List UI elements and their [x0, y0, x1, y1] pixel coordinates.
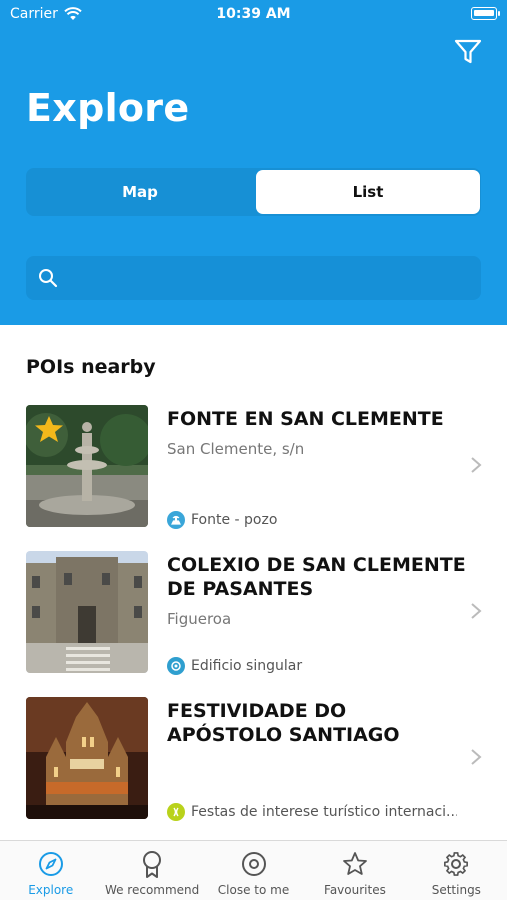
chevron-right-icon: [471, 457, 482, 473]
poi-name: COLEXIO DE SAN CLEMENTE DE PASANTES: [167, 554, 466, 600]
poi-category-label: Edificio singular: [191, 658, 303, 674]
poi-thumbnail: [26, 405, 148, 527]
search-bar[interactable]: [26, 256, 481, 300]
tab-label: Favourites: [324, 883, 386, 897]
poi-name: FONTE EN SAN CLEMENTE: [167, 408, 444, 430]
star-icon: [343, 852, 367, 875]
tab-label: Explore: [28, 883, 74, 897]
tab-label: Settings: [431, 883, 481, 897]
status-time: 10:39 AM: [216, 6, 291, 22]
tab-bar: Explore We recommend Close to me Favouri…: [0, 840, 507, 900]
poi-address: Figueroa: [167, 610, 232, 628]
filter-icon: [454, 39, 482, 64]
tab-label: Close to me: [217, 883, 290, 897]
building-category-icon: [167, 657, 185, 675]
poi-name: FESTIVIDADE DO APÓSTOLO SANTIAGO: [167, 700, 400, 746]
building-photo: [26, 551, 148, 673]
status-bar: Carrier 10:39 AM: [0, 0, 507, 28]
tab-explore[interactable]: Explore: [0, 841, 101, 900]
festival-category-icon: [167, 803, 185, 821]
target-icon: [241, 852, 266, 876]
festival-photo: [26, 697, 148, 819]
tab-label: We recommend: [104, 883, 200, 897]
chevron-right-icon: [471, 749, 482, 765]
poi-list-item[interactable]: COLEXIO DE SAN CLEMENTE DE PASANTES Figu…: [0, 551, 507, 681]
search-icon: [39, 269, 58, 288]
search-input[interactable]: [70, 256, 470, 300]
tab-favourites[interactable]: Favourites: [304, 841, 405, 900]
chevron-right-icon: [471, 603, 482, 619]
poi-category-label: Festas de interese turístico internaci..…: [191, 804, 457, 820]
gear-icon: [444, 852, 469, 876]
tab-settings[interactable]: Settings: [406, 841, 507, 900]
poi-address: San Clemente, s/n: [167, 440, 305, 458]
view-segmented-control: Map List: [26, 168, 481, 216]
battery-icon: [471, 7, 500, 20]
poi-thumbnail: [26, 551, 148, 673]
poi-category: Edificio singular: [167, 657, 457, 675]
segment-list[interactable]: List: [256, 170, 480, 214]
award-icon: [143, 851, 162, 878]
segment-map[interactable]: Map: [28, 170, 252, 214]
poi-list-item[interactable]: FESTIVIDADE DO APÓSTOLO SANTIAGO Festas …: [0, 697, 507, 827]
favourite-star-icon: [35, 416, 63, 442]
compass-icon: [38, 852, 63, 876]
section-title: POIs nearby: [26, 356, 156, 378]
tab-we-recommend[interactable]: We recommend: [101, 841, 202, 900]
poi-category-label: Fonte - pozo: [191, 512, 278, 528]
header: Carrier 10:39 AM Explore Map List: [0, 0, 507, 325]
filter-button[interactable]: [452, 36, 484, 68]
poi-thumbnail: [26, 697, 148, 819]
page-title: Explore: [26, 86, 190, 130]
tab-close-to-me[interactable]: Close to me: [203, 841, 304, 900]
poi-list-item[interactable]: FONTE EN SAN CLEMENTE San Clemente, s/n …: [0, 405, 507, 535]
poi-category: Fonte - pozo: [167, 511, 457, 529]
poi-category: Festas de interese turístico internaci..…: [167, 803, 457, 821]
fountain-category-icon: [167, 511, 185, 529]
